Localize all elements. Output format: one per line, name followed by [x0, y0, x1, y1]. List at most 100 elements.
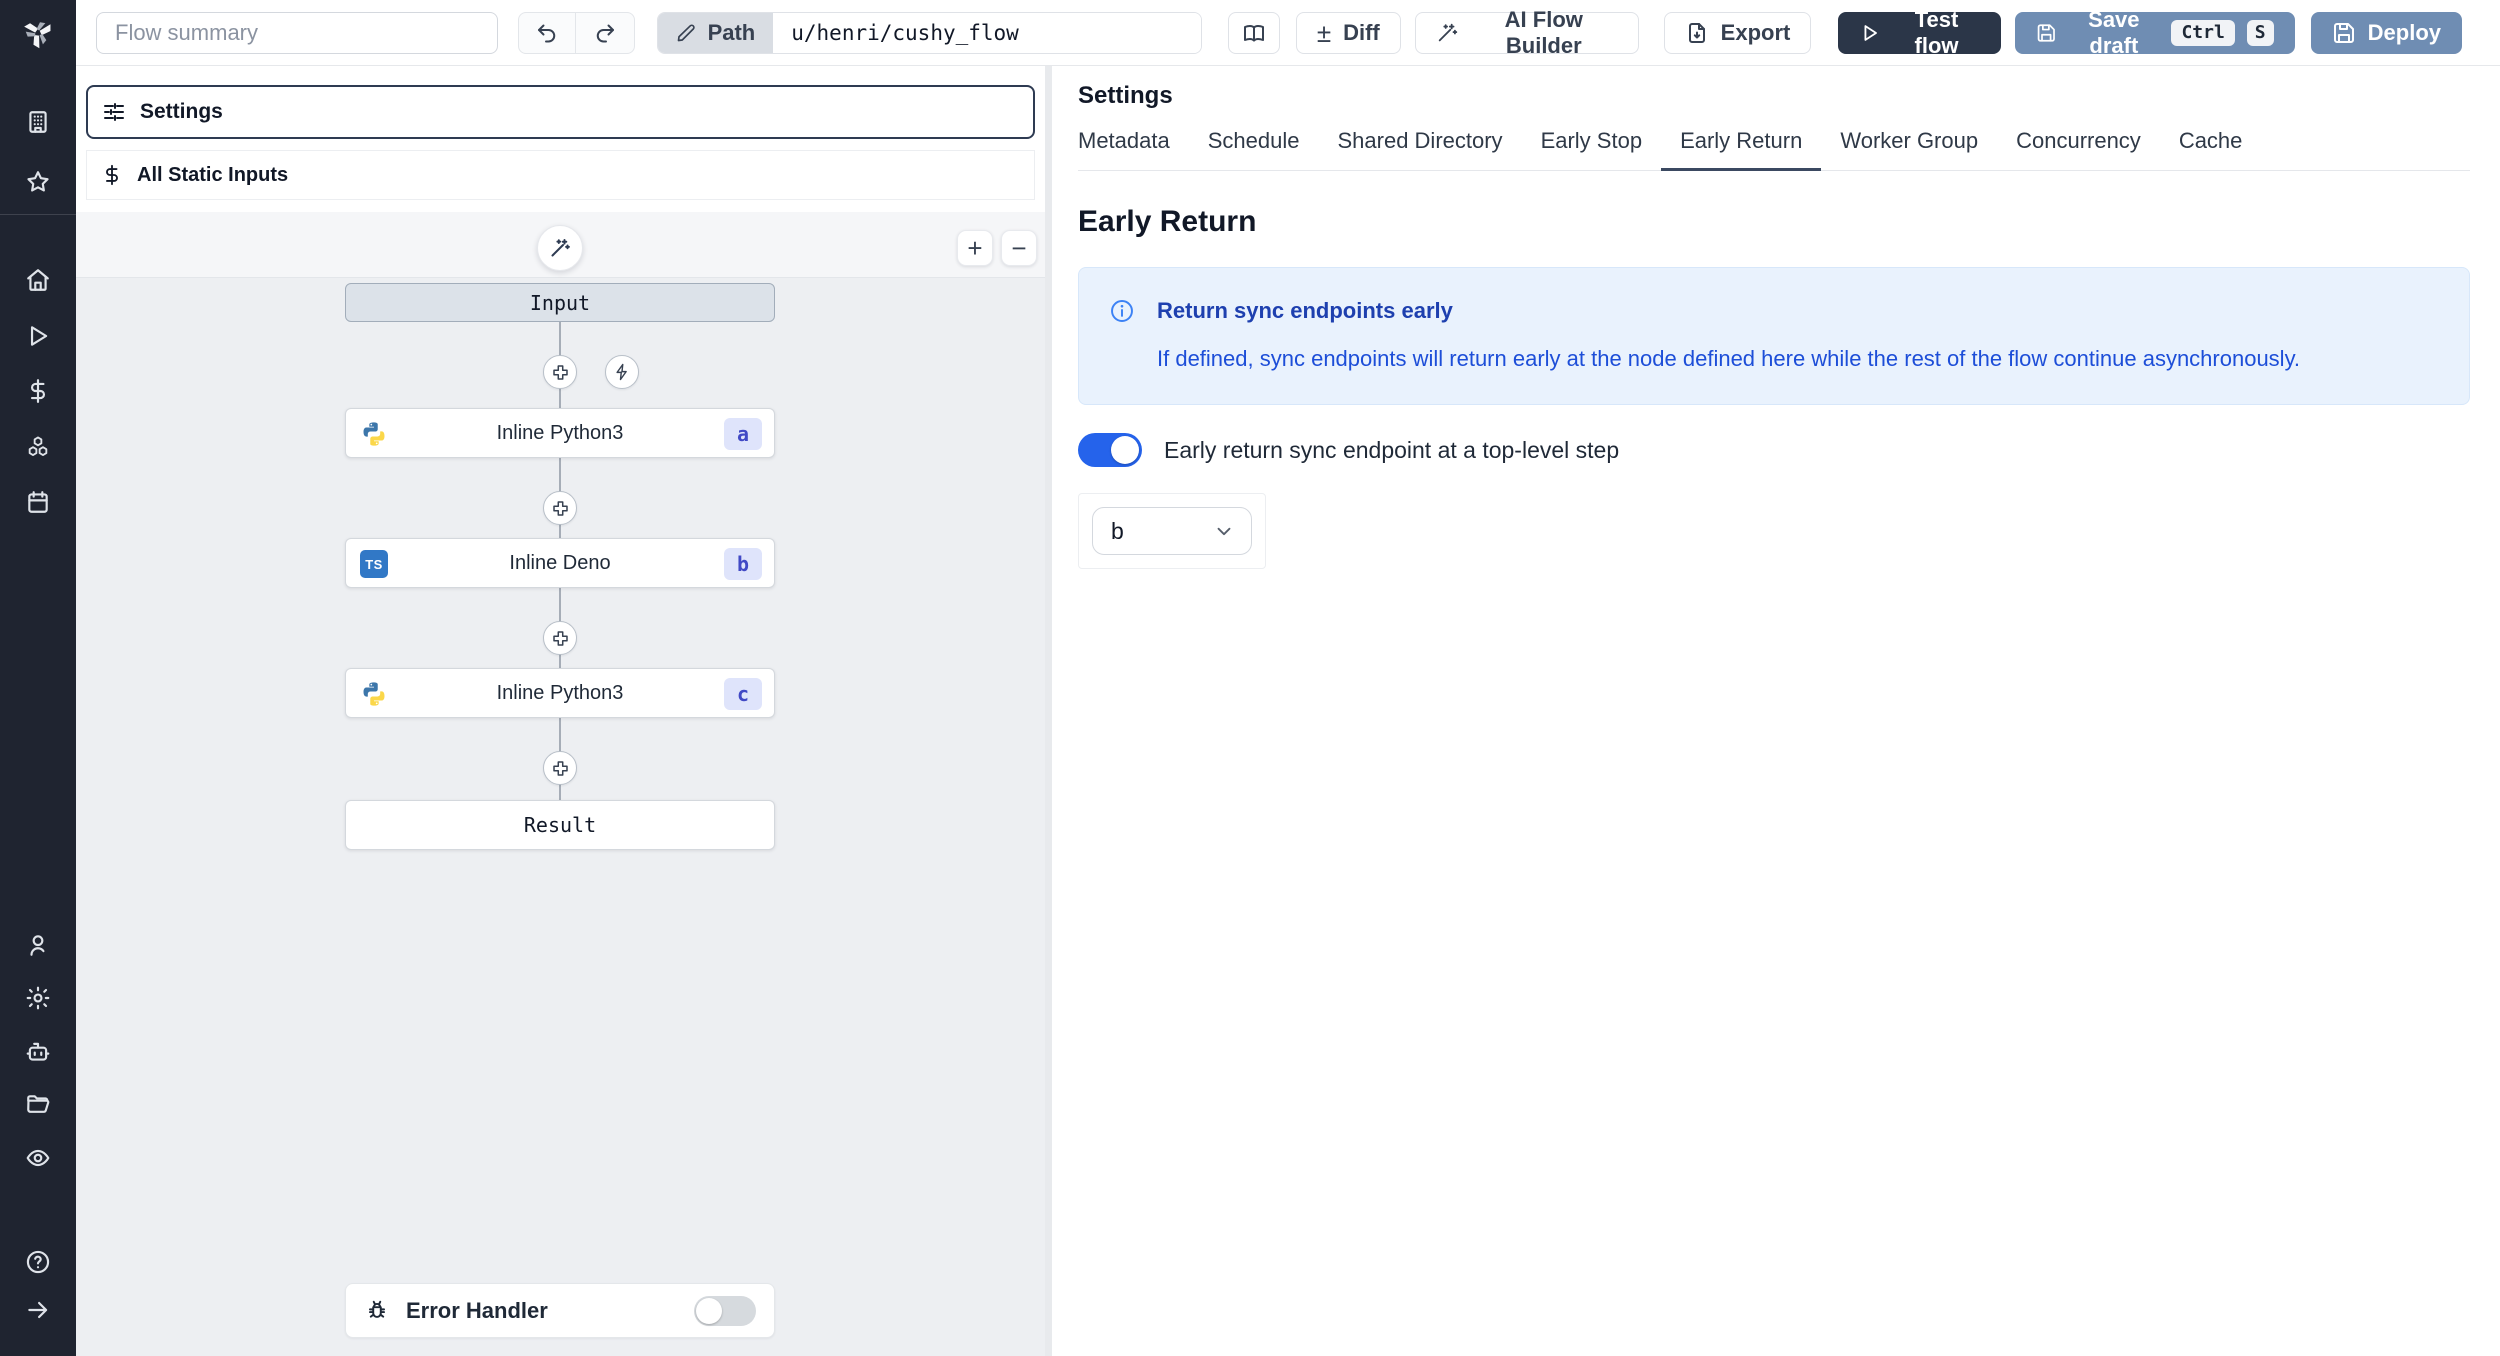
ai-flow-builder-label: AI Flow Builder — [1504, 6, 1583, 58]
all-static-inputs-item[interactable]: All Static Inputs — [86, 150, 1035, 200]
tab-concurrency[interactable]: Concurrency — [1997, 128, 2160, 170]
early-return-step-select[interactable]: b — [1092, 507, 1252, 555]
zoom-controls: + − — [957, 230, 1037, 266]
node-label: Inline Python3 — [496, 421, 624, 444]
save-icon — [2037, 23, 2055, 42]
book-open-icon — [1243, 24, 1264, 41]
windmill-logo[interactable] — [0, 0, 76, 66]
tab-early-stop[interactable]: Early Stop — [1522, 128, 1662, 170]
settings-panel: Settings Metadata Schedule Shared Direct… — [1052, 66, 2500, 1356]
early-return-heading: Early Return — [1078, 205, 1257, 238]
insert-step-button[interactable] — [543, 355, 577, 389]
insert-step-button[interactable] — [543, 491, 577, 525]
workers-bot-icon[interactable] — [0, 1026, 76, 1078]
wand-sparkles-icon — [551, 239, 570, 257]
tab-cache[interactable]: Cache — [2160, 128, 2262, 170]
pencil-icon — [677, 24, 695, 41]
tab-schedule[interactable]: Schedule — [1189, 128, 1319, 170]
deploy-label: Deploy — [2367, 19, 2441, 45]
zoom-in-button[interactable]: + — [957, 230, 993, 266]
node-id-badge: b — [723, 548, 762, 580]
flow-node-input[interactable]: Input — [345, 283, 775, 322]
export-label: Export — [1720, 19, 1791, 45]
user-icon[interactable] — [0, 919, 76, 971]
help-icon[interactable] — [0, 1236, 76, 1288]
workspace-icon[interactable] — [0, 96, 76, 148]
flow-panel-header: Settings All Static Inputs — [76, 66, 1045, 212]
insert-step-button[interactable] — [543, 751, 577, 785]
home-icon[interactable] — [0, 254, 76, 306]
insert-step-button[interactable] — [543, 621, 577, 655]
variables-icon[interactable] — [0, 365, 76, 417]
flow-node-c[interactable]: Inline Python3 c — [345, 668, 775, 718]
info-title: Return sync endpoints early — [1157, 298, 1453, 323]
schedules-icon[interactable] — [0, 476, 76, 528]
early-return-toggle[interactable] — [1078, 433, 1142, 467]
settings-panel-title: Settings — [1078, 82, 1173, 109]
graph-ai-wand-button[interactable] — [537, 225, 583, 271]
wand-sparkles-icon — [1438, 23, 1457, 41]
error-handler-label: Error Handler — [406, 1297, 548, 1323]
deploy-save-icon — [2333, 22, 2354, 43]
diff-label: Diff — [1343, 19, 1380, 45]
favorites-icon[interactable] — [0, 156, 76, 208]
sidebar — [0, 0, 76, 1356]
path-input[interactable] — [773, 12, 1201, 53]
python-icon — [360, 420, 388, 448]
save-draft-button[interactable]: Save draft Ctrl S — [2014, 7, 2295, 58]
undo-button[interactable] — [519, 12, 577, 53]
node-label: Inline Python3 — [496, 681, 624, 704]
minus-glyph: − — [1011, 233, 1027, 263]
redo-button[interactable] — [576, 13, 633, 53]
flow-settings-label: Settings — [140, 100, 223, 123]
flow-node-b[interactable]: TS Inline Deno b — [345, 538, 775, 588]
runs-icon[interactable] — [0, 310, 76, 362]
early-return-toggle-label: Early return sync endpoint at a top-leve… — [1164, 436, 1620, 463]
info-body: If defined, sync endpoints will return e… — [1157, 346, 2301, 371]
early-return-info-box: Return sync endpoints early If defined, … — [1078, 267, 2470, 405]
tab-shared-directory[interactable]: Shared Directory — [1318, 128, 1521, 170]
diff-icon: ± — [1316, 17, 1332, 48]
flow-editor-app: Path ± Diff AI Flow Builder Export Test … — [0, 0, 2500, 1356]
kbd-ctrl: Ctrl — [2171, 19, 2235, 46]
pane-resize-handle[interactable] — [1045, 66, 1052, 1356]
ai-flow-builder-button[interactable]: AI Flow Builder — [1414, 7, 1639, 58]
flow-node-a[interactable]: Inline Python3 a — [345, 408, 775, 458]
flow-settings-item[interactable]: Settings — [86, 85, 1035, 139]
dollar-icon — [106, 164, 118, 186]
info-icon — [1111, 300, 1133, 322]
expand-sidebar-icon[interactable] — [0, 1284, 76, 1336]
settings-gear-icon[interactable] — [0, 972, 76, 1024]
export-button[interactable]: Export — [1663, 11, 1812, 54]
selected-step-value: b — [1111, 517, 1124, 544]
deploy-button[interactable]: Deploy — [2310, 11, 2462, 54]
bug-icon — [368, 1300, 386, 1318]
error-handler-toggle[interactable] — [694, 1295, 756, 1326]
diff-button[interactable]: ± Diff — [1295, 11, 1401, 54]
tab-metadata[interactable]: Metadata — [1078, 128, 1189, 170]
flow-panel: Settings All Static Inputs + − Input Inl… — [76, 66, 1045, 1356]
flow-summary-input[interactable] — [96, 11, 498, 54]
path-prefix[interactable]: Path — [657, 12, 774, 53]
audit-logs-eye-icon[interactable] — [0, 1132, 76, 1184]
kbd-s: S — [2246, 19, 2274, 46]
node-id-badge: a — [723, 418, 762, 450]
step-select-card: b — [1078, 493, 1266, 569]
docs-book-button[interactable] — [1227, 11, 1280, 54]
resources-icon[interactable] — [0, 421, 76, 473]
tab-early-return[interactable]: Early Return — [1661, 128, 1822, 171]
node-label: Inline Deno — [509, 551, 611, 574]
python-icon — [360, 680, 388, 708]
zoom-out-button[interactable]: − — [1001, 230, 1037, 266]
folders-icon[interactable] — [0, 1079, 76, 1131]
node-label: Result — [523, 813, 597, 837]
toggle-knob — [696, 1297, 722, 1324]
error-handler-card[interactable]: Error Handler — [345, 1283, 775, 1338]
path-label: Path — [707, 19, 756, 45]
tab-worker-group[interactable]: Worker Group — [1821, 128, 1997, 170]
test-flow-button[interactable]: Test flow — [1838, 7, 2001, 58]
sidebar-divider — [0, 214, 76, 215]
path-field: Path — [656, 11, 1202, 54]
flow-node-result[interactable]: Result — [345, 800, 775, 850]
trigger-bolt-button[interactable] — [605, 355, 639, 389]
